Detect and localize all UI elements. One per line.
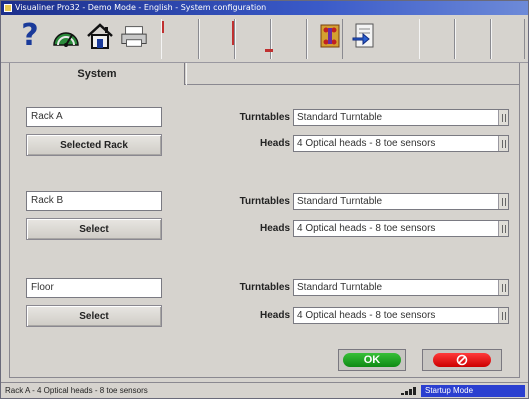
dropdown-arrow-icon[interactable]	[498, 194, 508, 209]
speedometer-button[interactable]	[51, 19, 81, 53]
turntables-label: Turntables	[239, 196, 290, 207]
marker-flag-icon	[162, 21, 164, 33]
app-icon	[4, 4, 12, 12]
cancel-button[interactable]	[422, 349, 502, 371]
cancel-pill	[433, 353, 491, 367]
tab-system[interactable]: System	[10, 63, 185, 85]
marker-flag-icon	[265, 49, 273, 52]
mode-indicator: Startup Mode	[421, 385, 525, 397]
home-button[interactable]	[85, 19, 115, 53]
home-icon	[87, 23, 113, 49]
selected-rack-button[interactable]: Selected Rack	[26, 134, 162, 156]
heads-value: 4 Optical heads - 8 toe sensors	[297, 138, 436, 149]
heads-value: 4 Optical heads - 8 toe sensors	[297, 310, 436, 321]
dropdown-arrow-icon[interactable]	[498, 110, 508, 125]
toolbar-slot	[161, 19, 199, 59]
heads-value: 4 Optical heads - 8 toe sensors	[297, 223, 436, 234]
heads-label: Heads	[259, 310, 290, 321]
ok-button[interactable]: OK	[338, 349, 406, 371]
vehicle-specs-button[interactable]	[315, 19, 345, 53]
window-title: Visualiner Pro32 - Demo Mode - English -…	[15, 3, 267, 12]
toolbar-slot	[455, 19, 491, 59]
turntables-select[interactable]: Standard Turntable	[293, 279, 509, 296]
marker-flag-icon	[232, 21, 234, 45]
dropdown-arrow-icon[interactable]	[498, 280, 508, 295]
turntables-select[interactable]: Standard Turntable	[293, 193, 509, 210]
rack-name-field[interactable]: Rack A	[26, 107, 162, 127]
tab-strip-empty	[186, 63, 519, 85]
dropdown-arrow-icon[interactable]	[498, 308, 508, 323]
turntables-label: Turntables	[239, 112, 290, 123]
cancel-circle-icon	[456, 354, 468, 366]
heads-label: Heads	[259, 138, 290, 149]
dropdown-arrow-icon[interactable]	[498, 221, 508, 236]
toolbar-slot	[199, 19, 235, 59]
toolbar: ?	[1, 15, 528, 63]
toolbar-slot	[419, 19, 455, 59]
select-rack-button[interactable]: Select	[26, 218, 162, 240]
toolbar-slot	[491, 19, 525, 59]
heads-select[interactable]: 4 Optical heads - 8 toe sensors	[293, 307, 509, 324]
vehicle-specs-icon	[320, 24, 340, 48]
turntables-label: Turntables	[239, 282, 290, 293]
help-icon: ?	[21, 18, 39, 53]
tab-strip: System	[10, 63, 519, 85]
printer-icon	[121, 26, 147, 47]
speedometer-icon	[53, 32, 79, 47]
app-window: Visualiner Pro32 - Demo Mode - English -…	[0, 0, 529, 399]
rack-name-field[interactable]: Rack B	[26, 191, 162, 211]
toolbar-slot	[271, 19, 307, 59]
dropdown-arrow-icon[interactable]	[498, 136, 508, 151]
heads-label: Heads	[259, 223, 290, 234]
ok-label: OK	[343, 353, 401, 367]
rack-name-field[interactable]: Floor	[26, 278, 162, 298]
tab-system-label: System	[77, 68, 117, 80]
turntables-value: Standard Turntable	[297, 196, 383, 207]
config-panel: System Rack A Selected Rack Turntables S…	[9, 63, 520, 378]
heads-select[interactable]: 4 Optical heads - 8 toe sensors	[293, 220, 509, 237]
status-text: Rack A - 4 Optical heads - 8 toe sensors	[5, 386, 148, 395]
turntables-value: Standard Turntable	[297, 282, 383, 293]
toolbar-slot	[235, 19, 271, 59]
select-rack-button[interactable]: Select	[26, 305, 162, 327]
print-button[interactable]	[119, 19, 149, 53]
status-bar: Rack A - 4 Optical heads - 8 toe sensors…	[1, 382, 528, 398]
procedure-button[interactable]	[349, 19, 379, 53]
turntables-select[interactable]: Standard Turntable	[293, 109, 509, 126]
help-button[interactable]: ?	[15, 19, 45, 53]
title-bar: Visualiner Pro32 - Demo Mode - English -…	[1, 1, 528, 15]
procedure-icon	[352, 23, 374, 48]
turntables-value: Standard Turntable	[297, 112, 383, 123]
signal-strength-icon	[401, 387, 416, 395]
heads-select[interactable]: 4 Optical heads - 8 toe sensors	[293, 135, 509, 152]
